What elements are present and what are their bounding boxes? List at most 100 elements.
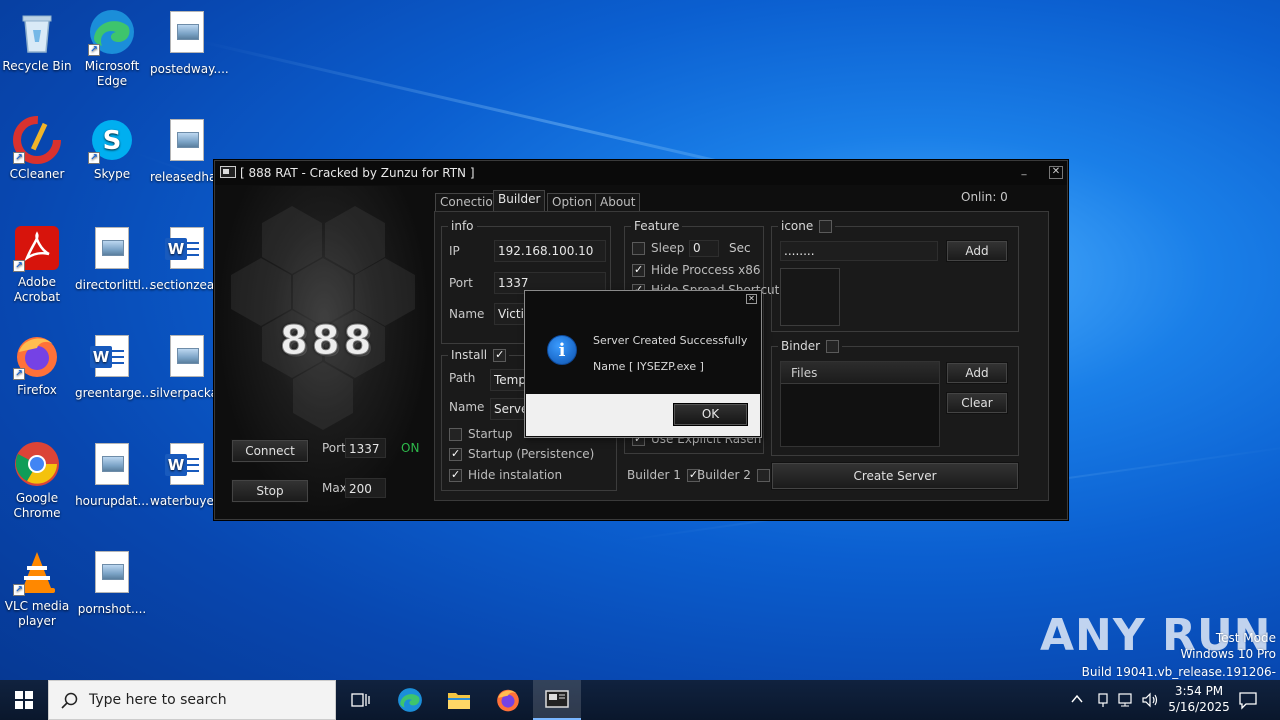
dialog-close-button[interactable]: ✕	[746, 294, 757, 304]
info-icon: i	[547, 335, 577, 365]
install-checkbox[interactable]	[493, 348, 507, 362]
desktop-icon-file[interactable]: releasedha...	[150, 116, 228, 185]
desktop-icon-microsoft-edge[interactable]: ↗ Microsoft Edge	[75, 8, 149, 89]
path-label: Path	[449, 371, 476, 385]
binder-clear-button[interactable]: Clear	[946, 392, 1008, 414]
desktop-icon-label: waterbuyer...	[150, 494, 230, 508]
taskbar-rat-app[interactable]	[533, 680, 581, 720]
ip-label: IP	[449, 244, 460, 258]
ip-input[interactable]: 192.168.100.10	[494, 240, 606, 262]
sleep-seconds-input[interactable]: 0	[689, 240, 719, 257]
builder2-checkbox[interactable]	[756, 468, 770, 482]
recycle-bin-icon	[13, 8, 61, 56]
shortcut-arrow-icon: ↗	[88, 44, 100, 56]
edge-icon: ↗	[88, 8, 136, 56]
desktop-icon-file[interactable]: silverpacka...	[150, 332, 229, 401]
binder-files-list[interactable]: Files	[780, 361, 940, 447]
icon-path-input[interactable]: ........	[780, 241, 938, 261]
sleep-option[interactable]: Sleep	[632, 241, 684, 255]
startup-option[interactable]: Startup	[449, 427, 513, 441]
notification-center-button[interactable]	[1238, 690, 1258, 713]
stop-button[interactable]: Stop	[231, 479, 309, 503]
hide-process-checkbox[interactable]	[632, 263, 645, 277]
taskbar-search-box[interactable]: Type here to search	[48, 680, 336, 720]
firefox-icon	[497, 689, 519, 712]
startup-persistence-option[interactable]: Startup (Persistence)	[449, 447, 594, 461]
tray-network-icon[interactable]	[1118, 692, 1136, 711]
tray-device-icon[interactable]	[1095, 692, 1111, 711]
desktop-icon-label: hourupdat...	[75, 494, 149, 508]
window-titlebar[interactable]: [ 888 RAT - Cracked by Zunzu for RTN ] _…	[215, 161, 1067, 185]
desktop-icon-vlc[interactable]: ↗ VLC media player	[0, 548, 74, 629]
chrome-icon	[13, 440, 61, 488]
sleep-checkbox[interactable]	[632, 241, 645, 255]
task-view-button[interactable]	[336, 680, 384, 720]
online-count: Onlin: 0	[961, 190, 1008, 204]
tab-about[interactable]: About	[595, 193, 641, 211]
desktop-icon-file[interactable]: hourupdat...	[75, 440, 149, 509]
hide-installation-label: Hide instalation	[468, 468, 563, 482]
startup-persistence-label: Startup (Persistence)	[468, 447, 595, 461]
taskbar-file-explorer[interactable]	[435, 680, 483, 720]
icon-checkbox[interactable]	[819, 219, 833, 233]
binder-group-title: Binder	[781, 339, 821, 353]
app-window-icon	[545, 690, 569, 708]
desktop-icon-file[interactable]: W sectionzeal...	[150, 224, 229, 293]
icon-add-button[interactable]: Add	[946, 240, 1008, 262]
desktop-icon-google-chrome[interactable]: Google Chrome	[0, 440, 74, 521]
clock-date: 5/16/2025	[1168, 700, 1230, 714]
shortcut-arrow-icon: ↗	[13, 152, 25, 164]
tray-volume-icon[interactable]	[1142, 692, 1160, 711]
desktop-icon-firefox[interactable]: ↗ Firefox	[0, 332, 74, 398]
desktop-icon-adobe-acrobat[interactable]: ↗ Adobe Acrobat	[0, 224, 74, 305]
startup-persistence-checkbox[interactable]	[449, 447, 462, 461]
minimize-button[interactable]: _	[1017, 166, 1031, 179]
desktop-icon-file[interactable]: pornshot....	[75, 548, 149, 617]
hide-installation-option[interactable]: Hide instalation	[449, 468, 562, 482]
binder-add-button[interactable]: Add	[946, 362, 1008, 384]
startup-checkbox[interactable]	[449, 427, 462, 441]
vlc-icon: ↗	[13, 548, 61, 596]
taskbar-edge[interactable]	[386, 680, 434, 720]
logo-panel: 888	[217, 186, 431, 518]
binder-checkbox[interactable]	[826, 339, 840, 353]
desktop-icon-file[interactable]: directorlittl...	[75, 224, 152, 293]
close-button[interactable]: ✕	[1049, 166, 1063, 179]
edge-icon	[398, 688, 422, 712]
rat-logo: 888	[280, 318, 376, 365]
dialog-footer: OK	[526, 394, 760, 436]
desktop-icon-file[interactable]: W waterbuyer...	[150, 440, 230, 509]
builder1-option[interactable]: Builder 1	[627, 468, 700, 482]
builder1-label: Builder 1	[627, 468, 681, 482]
hide-installation-checkbox[interactable]	[449, 468, 462, 482]
taskbar: Type here to search 3:54 PM 5/16/2025	[0, 680, 1280, 720]
usb-device-icon	[1098, 693, 1108, 707]
desktop-icon-label: Adobe Acrobat	[13, 275, 61, 304]
show-hidden-icons-button[interactable]	[1070, 692, 1084, 709]
tray-clock[interactable]: 3:54 PM 5/16/2025	[1166, 683, 1232, 716]
shortcut-arrow-icon: ↗	[88, 152, 100, 164]
folder-icon	[448, 693, 470, 709]
max-connections-input[interactable]: 200	[345, 478, 386, 498]
word-document-icon: W	[165, 443, 204, 485]
listen-port-input[interactable]: 1337	[345, 438, 386, 458]
tab-option[interactable]: Option	[547, 193, 598, 211]
connect-button[interactable]: Connect	[231, 439, 309, 463]
start-button[interactable]	[0, 680, 48, 720]
hide-process-option[interactable]: Hide Proccess x86	[632, 263, 760, 277]
desktop-icon-file[interactable]: W greentarge...	[75, 332, 153, 401]
notification-icon	[1239, 692, 1257, 710]
dialog-server-name: Name [ IYSEZP.exe ]	[593, 360, 704, 373]
shortcut-arrow-icon: ↗	[13, 260, 25, 272]
create-server-button[interactable]: Create Server	[771, 462, 1019, 490]
files-column-header[interactable]: Files	[781, 362, 939, 384]
desktop-icon-skype[interactable]: S ↗ Skype	[75, 116, 149, 182]
ok-button[interactable]: OK	[673, 403, 748, 426]
taskbar-firefox[interactable]	[484, 680, 532, 720]
desktop-icon-file[interactable]: postedway....	[150, 8, 229, 77]
desktop-icon-ccleaner[interactable]: ↗ CCleaner	[0, 116, 74, 182]
tab-builder[interactable]: Builder	[493, 190, 546, 211]
firefox-icon: ↗	[13, 332, 61, 380]
desktop-icon-recycle-bin[interactable]: Recycle Bin	[0, 8, 74, 74]
builder2-option[interactable]: Builder 2	[697, 468, 770, 482]
